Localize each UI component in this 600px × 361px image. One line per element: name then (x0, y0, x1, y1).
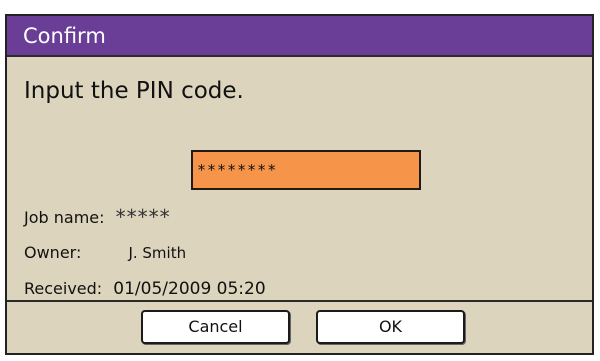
job-name-label: Job name: (24, 208, 105, 227)
ok-button[interactable]: OK (316, 310, 465, 344)
dialog-title: Confirm (7, 16, 592, 57)
confirm-dialog: Confirm Input the PIN code. ******** Job… (5, 14, 594, 355)
received-row: Received: 01/05/2009 05:20 (24, 278, 266, 300)
pin-prompt: Input the PIN code. (24, 78, 244, 104)
dialog-footer: Cancel OK (7, 300, 592, 353)
received-label: Received: (24, 279, 103, 298)
job-name-value: ***** (115, 205, 171, 229)
cancel-button[interactable]: Cancel (141, 310, 290, 344)
pin-input[interactable]: ******** (191, 150, 421, 190)
job-name-row: Job name: ***** (24, 206, 171, 229)
owner-row: Owner: J. Smith (24, 242, 186, 264)
received-value: 01/05/2009 05:20 (113, 279, 266, 299)
owner-label: Owner: (24, 243, 82, 262)
owner-value: J. Smith (128, 244, 187, 262)
